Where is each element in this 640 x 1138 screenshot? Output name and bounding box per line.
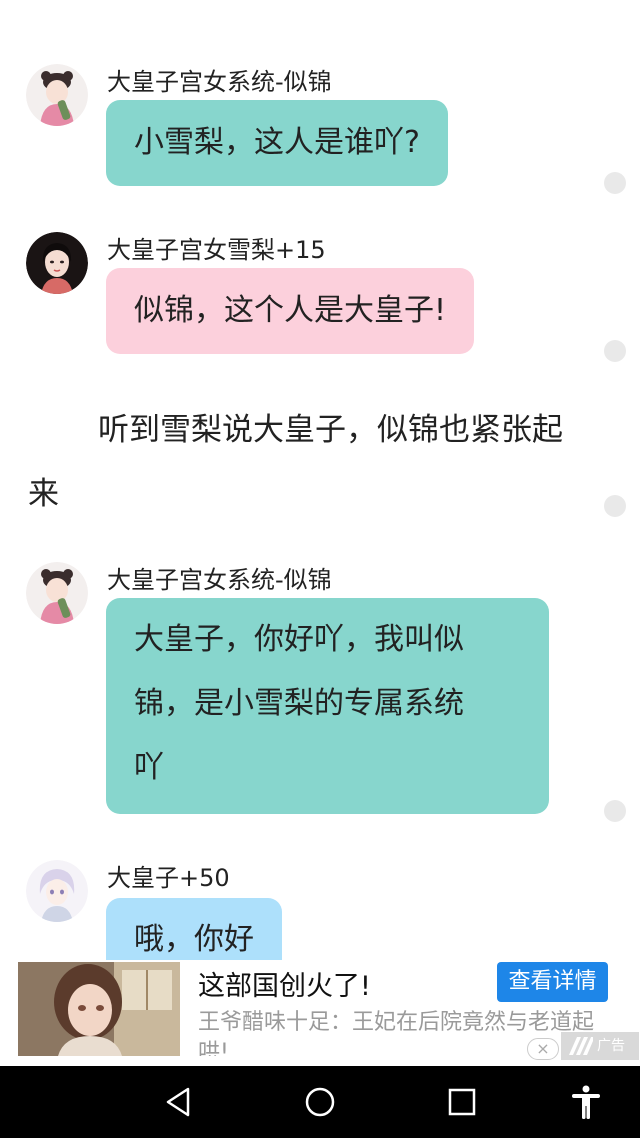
- message-bubble[interactable]: 小雪梨，这人是谁吖?: [106, 100, 448, 186]
- avatar-sijin[interactable]: [26, 64, 88, 126]
- recents-icon[interactable]: [444, 1084, 480, 1120]
- message-line: 吖: [134, 750, 164, 785]
- navigation-bar: [0, 1066, 640, 1138]
- narration-text: 听到雪梨说大皇子，似锦也紧张起来: [28, 412, 563, 512]
- back-icon[interactable]: [160, 1084, 196, 1120]
- message-status-dot: [604, 340, 626, 362]
- view-details-button[interactable]: 查看详情: [497, 962, 608, 1002]
- ad-label: 广告: [561, 1032, 639, 1060]
- message-status-dot: [604, 800, 626, 822]
- ad-title[interactable]: 这部国创火了!: [198, 964, 371, 1003]
- sender-name: 大皇子+50: [107, 864, 230, 892]
- sender-name: 大皇子宫女系统-似锦: [107, 566, 332, 594]
- message-bubble[interactable]: 大皇子，你好吖，我叫似 锦，是小雪梨的专属系统 吖: [106, 598, 549, 814]
- ad-label-text: 广告: [597, 1038, 625, 1054]
- home-icon[interactable]: [302, 1084, 338, 1120]
- ad-thumbnail[interactable]: [18, 962, 180, 1056]
- chat-screen: 大皇子宫女系统-似锦 小雪梨，这人是谁吖? 大皇子宫女雪梨+15 似锦，这个人是…: [0, 0, 640, 1138]
- ad-banner[interactable]: 这部国创火了! 查看详情 王爷醋味十足：王妃在后院竟然与老道起哄! × 广告: [0, 960, 640, 1064]
- avatar-prince[interactable]: [26, 860, 88, 922]
- sender-name: 大皇子宫女系统-似锦: [107, 68, 332, 96]
- message-bubble[interactable]: 似锦，这个人是大皇子!: [106, 268, 475, 354]
- accessibility-icon[interactable]: [568, 1084, 604, 1120]
- message-line: 锦，是小雪梨的专属系统: [134, 686, 464, 721]
- avatar-sijin[interactable]: [26, 562, 88, 624]
- sender-name: 大皇子宫女雪梨+15: [107, 236, 326, 264]
- message-status-dot: [604, 495, 626, 517]
- ad-close-button[interactable]: ×: [527, 1038, 559, 1060]
- message-line: 大皇子，你好吖，我叫似: [134, 622, 464, 657]
- message-status-dot: [604, 172, 626, 194]
- avatar-xueli[interactable]: [26, 232, 88, 294]
- ad-logo-icon: [569, 1037, 593, 1055]
